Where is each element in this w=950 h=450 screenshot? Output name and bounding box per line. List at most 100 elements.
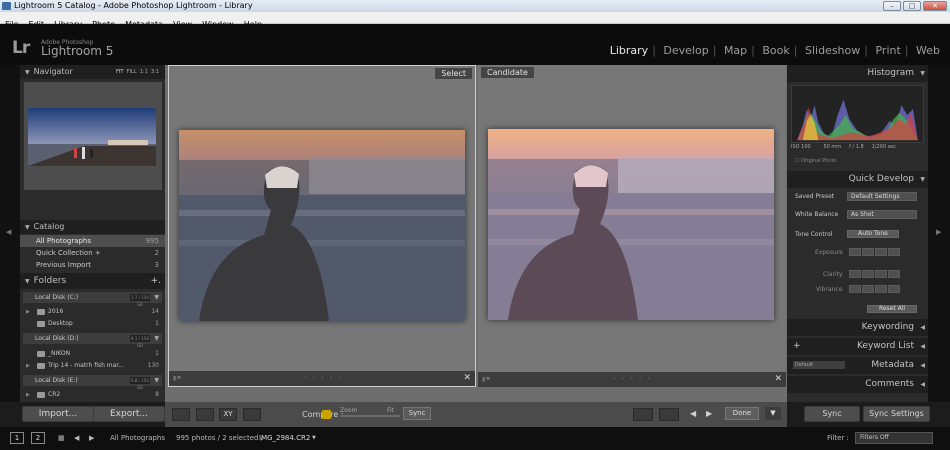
disclosure-triangle-icon: ▼ [25, 69, 30, 76]
zoom-slider[interactable] [340, 415, 400, 417]
candidate-photo[interactable] [488, 129, 774, 320]
rating-stars[interactable]: • • • • • [613, 376, 652, 382]
navigator-header[interactable]: ▼ Navigator FIT FILL 1:1 3:1 [20, 65, 165, 79]
flag-icon[interactable]: ▮⚑ [482, 376, 491, 383]
flag-icon[interactable]: ▮⚑ [173, 375, 182, 382]
filter-select[interactable]: Filters Off [855, 432, 933, 444]
swap-icon[interactable] [633, 408, 653, 421]
white-balance-select[interactable]: As Shot [847, 210, 917, 219]
folder-trip-14[interactable]: ▶ Trip 14 - matrh fish mar... 130 [20, 360, 165, 372]
candidate-pane-strip: ▮⚑ • • • • • ✕ [478, 372, 786, 387]
module-book[interactable]: Book [758, 44, 793, 57]
forward-arrow-icon[interactable]: ▶ [89, 427, 94, 450]
rating-stars[interactable]: • • • • • [304, 375, 343, 381]
folder-icon [37, 309, 45, 315]
next-arrow-icon[interactable]: ▶ [706, 407, 712, 420]
add-keyword-button[interactable]: + [793, 338, 801, 355]
catalog-item-quick-collection[interactable]: Quick Collection +2 [20, 247, 165, 259]
lock-icon[interactable] [322, 410, 331, 419]
exposure-buttons[interactable] [849, 248, 900, 256]
disk-d[interactable]: Local Disk (D:) 9.1 / 158 GB ▼ [23, 333, 162, 348]
folder-nikon[interactable]: _NIKON 1 [20, 348, 165, 360]
module-library[interactable]: Library [606, 44, 652, 57]
module-print[interactable]: Print [871, 44, 904, 57]
toolbar-menu-icon[interactable]: ▼ [765, 407, 781, 420]
folder-icon [37, 363, 45, 369]
auto-tone-button[interactable]: Auto Tone [847, 230, 899, 238]
compare-view-icon[interactable]: XY [219, 408, 237, 421]
left-panel: ▼ Navigator FIT FILL 1:1 3:1 ▼ Catalog A… [20, 65, 165, 402]
back-arrow-icon[interactable]: ◀ [74, 427, 79, 450]
folder-desktop[interactable]: Desktop 1 [20, 318, 165, 330]
navigator-zoom-options[interactable]: FIT FILL 1:1 3:1 [116, 65, 159, 79]
module-web[interactable]: Web [912, 44, 944, 57]
module-develop[interactable]: Develop [659, 44, 712, 57]
make-select-icon[interactable] [659, 408, 679, 421]
original-photo-checkbox[interactable]: ☐ Original Photo [795, 158, 837, 164]
collapse-right-arrow-icon[interactable]: ▶ [936, 228, 941, 236]
folder-2016[interactable]: ▶ 2016 14 [20, 306, 165, 318]
keyword-list-header[interactable]: + Keyword List ◀ [787, 338, 928, 355]
catalog-header[interactable]: ▼ Catalog [20, 220, 165, 234]
photo-man-at-harbor-warm [488, 129, 774, 320]
folder-cr2[interactable]: ▶ CR2 8 [20, 389, 165, 401]
close-window-button[interactable]: ✕ [923, 1, 947, 11]
right-panel-toggle-strip[interactable]: ▶ [928, 65, 950, 402]
navigator-preview[interactable] [24, 82, 162, 190]
catalog-item-all-photographs[interactable]: All Photographs 995 [20, 235, 165, 247]
window-title-bar: Lightroom 5 Catalog - Adobe Photoshop Li… [0, 0, 950, 12]
grid-view-icon[interactable] [172, 408, 190, 421]
secondary-window-button[interactable]: 2 [31, 432, 45, 444]
clarity-label: Clarity [823, 271, 843, 278]
metadata-preset-select[interactable]: Default [793, 361, 845, 369]
candidate-pane[interactable]: Candidate ▮⚑ • • • • • ✕ [478, 65, 786, 387]
window-title: Lightroom 5 Catalog - Adobe Photoshop Li… [14, 1, 253, 10]
histogram-chart[interactable] [791, 85, 924, 143]
sync-button[interactable]: Sync [804, 406, 860, 422]
sync-zoom-button[interactable]: Sync [403, 407, 431, 420]
exposure-label: Exposure [815, 249, 843, 256]
reset-all-button[interactable]: Reset All [867, 305, 917, 313]
select-badge: Select [435, 68, 472, 79]
module-map[interactable]: Map [720, 44, 751, 57]
zoom-label: Zoom [340, 407, 358, 414]
done-button[interactable]: Done [725, 407, 759, 420]
photo-man-at-harbor [179, 130, 465, 321]
collapse-left-arrow-icon[interactable]: ◀ [6, 228, 11, 236]
disk-e[interactable]: Local Disk (E:) 6.8 / 150 GB ▼ [23, 375, 162, 390]
saved-preset-select[interactable]: Default Settings [847, 192, 917, 201]
export-button[interactable]: Export... [93, 406, 165, 422]
add-folder-button[interactable]: +. [151, 273, 161, 289]
histogram-header[interactable]: Histogram ▼ [787, 65, 928, 82]
disclosure-triangle-icon: ▼ [25, 278, 30, 285]
disk-c[interactable]: Local Disk (C:) 1.7 / 150 GB ▼ [23, 292, 162, 307]
grid-icon[interactable]: ▦ [58, 427, 65, 450]
comments-header[interactable]: Comments ◀ [787, 376, 928, 393]
vibrance-buttons[interactable] [849, 285, 900, 293]
quick-develop-header[interactable]: Quick Develop ▼ [787, 171, 928, 188]
menu-bar: File Edit Library Photo Metadata View Wi… [0, 12, 950, 29]
lightroom-logo: Lr [12, 38, 30, 58]
module-slideshow[interactable]: Slideshow [801, 44, 864, 57]
import-button[interactable]: Import... [22, 406, 94, 422]
sync-settings-button[interactable]: Sync Settings [863, 406, 930, 422]
select-photo[interactable] [179, 130, 465, 321]
filmstrip-source[interactable]: All Photographs [110, 427, 165, 450]
left-panel-toggle-strip[interactable]: ◀ [0, 65, 20, 402]
filmstrip-filename[interactable]: IMG_2984.CR2 [259, 427, 310, 450]
folders-header[interactable]: ▼ Folders +. [20, 273, 165, 289]
minimize-button[interactable]: – [883, 1, 901, 11]
clarity-buttons[interactable] [849, 270, 900, 278]
survey-view-icon[interactable] [243, 408, 261, 421]
maximize-button[interactable]: □ [903, 1, 921, 11]
filename-dropdown-icon[interactable]: ▼ [312, 427, 316, 450]
select-pane[interactable]: Select ▮⚑ • • • • • ✕ [168, 65, 476, 387]
previous-arrow-icon[interactable]: ◀ [690, 407, 696, 420]
keywording-header[interactable]: Keywording ◀ [787, 319, 928, 336]
loupe-view-icon[interactable] [196, 408, 214, 421]
close-candidate-icon[interactable]: ✕ [774, 372, 782, 387]
catalog-item-previous-import[interactable]: Previous Import 3 [20, 259, 165, 271]
close-select-icon[interactable]: ✕ [463, 371, 471, 386]
metadata-header[interactable]: Default Metadata ◀ [787, 357, 928, 374]
primary-window-button[interactable]: 1 [10, 432, 24, 444]
